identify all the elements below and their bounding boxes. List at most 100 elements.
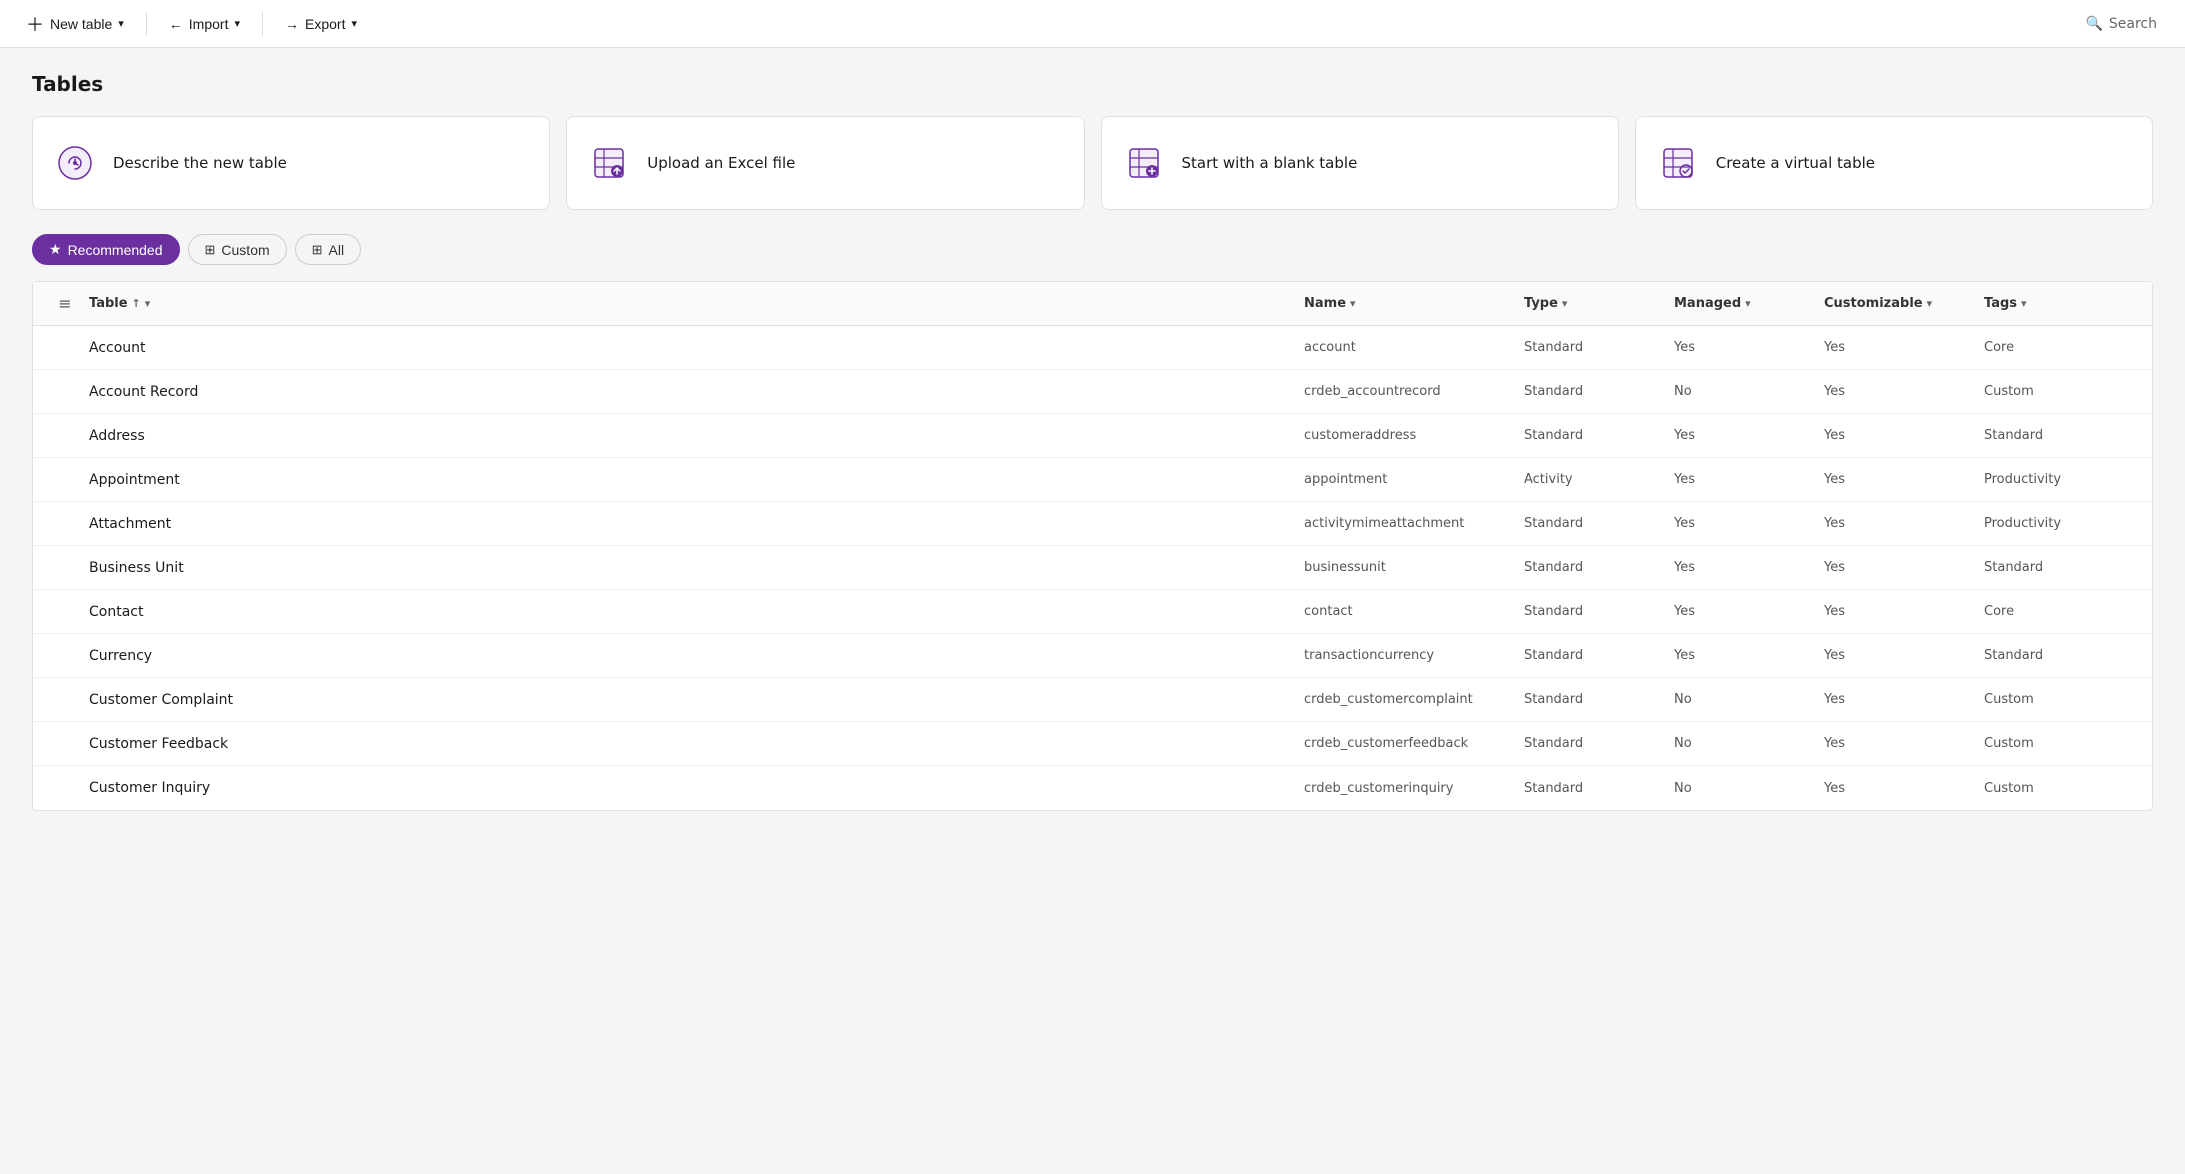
export-button[interactable]: → Export ▾: [275, 10, 367, 38]
cell-type: Standard: [1524, 428, 1674, 443]
table-row[interactable]: ⋮ Business Unit businessunit Standard Ye…: [33, 546, 2152, 590]
filter-all[interactable]: ⊞ All: [295, 234, 361, 265]
cell-table-name: Account Record: [89, 384, 1304, 400]
cell-name: activitymimeattachment: [1304, 516, 1524, 531]
export-label: Export: [305, 16, 345, 32]
list-view-icon[interactable]: ≡: [58, 294, 71, 313]
col-header-managed[interactable]: Managed ▾: [1674, 296, 1824, 311]
table-row[interactable]: ⋮ Customer Inquiry crdeb_customerinquiry…: [33, 766, 2152, 810]
col-header-name[interactable]: Name ▾: [1304, 296, 1524, 311]
blank-table-card[interactable]: Start with a blank table: [1101, 116, 1619, 210]
page-title: Tables: [32, 72, 2153, 96]
cell-managed: Yes: [1674, 428, 1824, 443]
table-row[interactable]: ⋮ Address customeraddress Standard Yes Y…: [33, 414, 2152, 458]
table-row[interactable]: ⋮ Customer Complaint crdeb_customercompl…: [33, 678, 2152, 722]
cell-table-name: Customer Inquiry: [89, 780, 1304, 796]
blank-card-label: Start with a blank table: [1182, 154, 1358, 172]
cell-managed: No: [1674, 384, 1824, 399]
cell-name: businessunit: [1304, 560, 1524, 575]
cell-name: crdeb_customercomplaint: [1304, 692, 1524, 707]
cell-customizable: Yes: [1824, 384, 1984, 399]
cell-table-name: Customer Complaint: [89, 692, 1304, 708]
cell-tags: Core: [1984, 604, 2144, 619]
col-header-table[interactable]: Table ↑ ▾: [89, 296, 1304, 311]
new-table-button[interactable]: ＋ New table ▾: [16, 5, 134, 43]
export-icon: →: [285, 16, 299, 32]
import-icon: ←: [169, 16, 183, 32]
virtual-table-card[interactable]: Create a virtual table: [1635, 116, 2153, 210]
col-tags-label: Tags: [1984, 296, 2017, 311]
name-chevron-icon: ▾: [1350, 297, 1356, 310]
virtual-card-label: Create a virtual table: [1716, 154, 1875, 172]
search-area[interactable]: 🔍 Search: [2073, 10, 2169, 38]
table-row[interactable]: ⋮ Attachment activitymimeattachment Stan…: [33, 502, 2152, 546]
separator-1: [146, 12, 147, 36]
cell-type: Standard: [1524, 648, 1674, 663]
describe-card-label: Describe the new table: [113, 154, 287, 172]
filter-all-label: All: [329, 242, 345, 258]
cell-type: Activity: [1524, 472, 1674, 487]
cell-tags: Standard: [1984, 648, 2144, 663]
cell-tags: Standard: [1984, 428, 2144, 443]
cell-tags: Productivity: [1984, 472, 2144, 487]
cell-managed: Yes: [1674, 560, 1824, 575]
import-label: Import: [189, 16, 229, 32]
filter-recommended-label: Recommended: [68, 242, 163, 258]
cell-name: transactioncurrency: [1304, 648, 1524, 663]
managed-chevron-icon: ▾: [1745, 297, 1751, 310]
cell-table-name: Address: [89, 428, 1304, 444]
tags-chevron-icon: ▾: [2021, 297, 2027, 310]
cell-type: Standard: [1524, 604, 1674, 619]
col-header-type[interactable]: Type ▾: [1524, 296, 1674, 311]
cell-name: customeraddress: [1304, 428, 1524, 443]
cell-tags: Custom: [1984, 736, 2144, 751]
table-row[interactable]: ⋮ Contact contact Standard Yes Yes Core: [33, 590, 2152, 634]
toolbar: ＋ New table ▾ ← Import ▾ → Export ▾ 🔍 Se…: [0, 0, 2185, 48]
cell-tags: Standard: [1984, 560, 2144, 575]
cell-tags: Custom: [1984, 692, 2144, 707]
col-managed-label: Managed: [1674, 296, 1741, 311]
col-header-customizable[interactable]: Customizable ▾: [1824, 296, 1984, 311]
filter-recommended[interactable]: ★ Recommended: [32, 234, 180, 265]
import-chevron-icon: ▾: [234, 17, 240, 30]
cell-tags: Core: [1984, 340, 2144, 355]
cell-name: contact: [1304, 604, 1524, 619]
table-row[interactable]: ⋮ Account account Standard Yes Yes Core: [33, 326, 2152, 370]
col-customizable-label: Customizable: [1824, 296, 1923, 311]
describe-icon: [53, 141, 97, 185]
table-row[interactable]: ⋮ Customer Feedback crdeb_customerfeedba…: [33, 722, 2152, 766]
cell-table-name: Attachment: [89, 516, 1304, 532]
cell-customizable: Yes: [1824, 516, 1984, 531]
col-header-tags[interactable]: Tags ▾: [1984, 296, 2144, 311]
filter-custom[interactable]: ⊞ Custom: [188, 234, 287, 265]
upload-excel-card[interactable]: Upload an Excel file: [566, 116, 1084, 210]
cell-type: Standard: [1524, 736, 1674, 751]
cell-managed: No: [1674, 736, 1824, 751]
describe-table-card[interactable]: Describe the new table: [32, 116, 550, 210]
col-table-label: Table: [89, 296, 128, 311]
sort-chevron-icon: ▾: [145, 297, 151, 310]
filter-custom-label: Custom: [221, 242, 269, 258]
cell-type: Standard: [1524, 560, 1674, 575]
export-chevron-icon: ▾: [351, 17, 357, 30]
cell-customizable: Yes: [1824, 604, 1984, 619]
cell-table-name: Business Unit: [89, 560, 1304, 576]
cell-name: crdeb_customerinquiry: [1304, 781, 1524, 796]
search-icon: 🔍: [2085, 16, 2102, 32]
star-icon: ★: [49, 241, 62, 258]
col-name-label: Name: [1304, 296, 1346, 311]
cell-type: Standard: [1524, 692, 1674, 707]
cell-tags: Custom: [1984, 384, 2144, 399]
cell-customizable: Yes: [1824, 428, 1984, 443]
table-row[interactable]: ⋮ Currency transactioncurrency Standard …: [33, 634, 2152, 678]
cell-tags: Custom: [1984, 781, 2144, 796]
cell-tags: Productivity: [1984, 516, 2144, 531]
type-chevron-icon: ▾: [1562, 297, 1568, 310]
table-row[interactable]: ⋮ Account Record crdeb_accountrecord Sta…: [33, 370, 2152, 414]
cell-table-name: Currency: [89, 648, 1304, 664]
table-row[interactable]: ⋮ Appointment appointment Activity Yes Y…: [33, 458, 2152, 502]
import-button[interactable]: ← Import ▾: [159, 10, 250, 38]
cell-managed: Yes: [1674, 340, 1824, 355]
new-table-chevron-icon: ▾: [118, 17, 124, 30]
cell-table-name: Customer Feedback: [89, 736, 1304, 752]
